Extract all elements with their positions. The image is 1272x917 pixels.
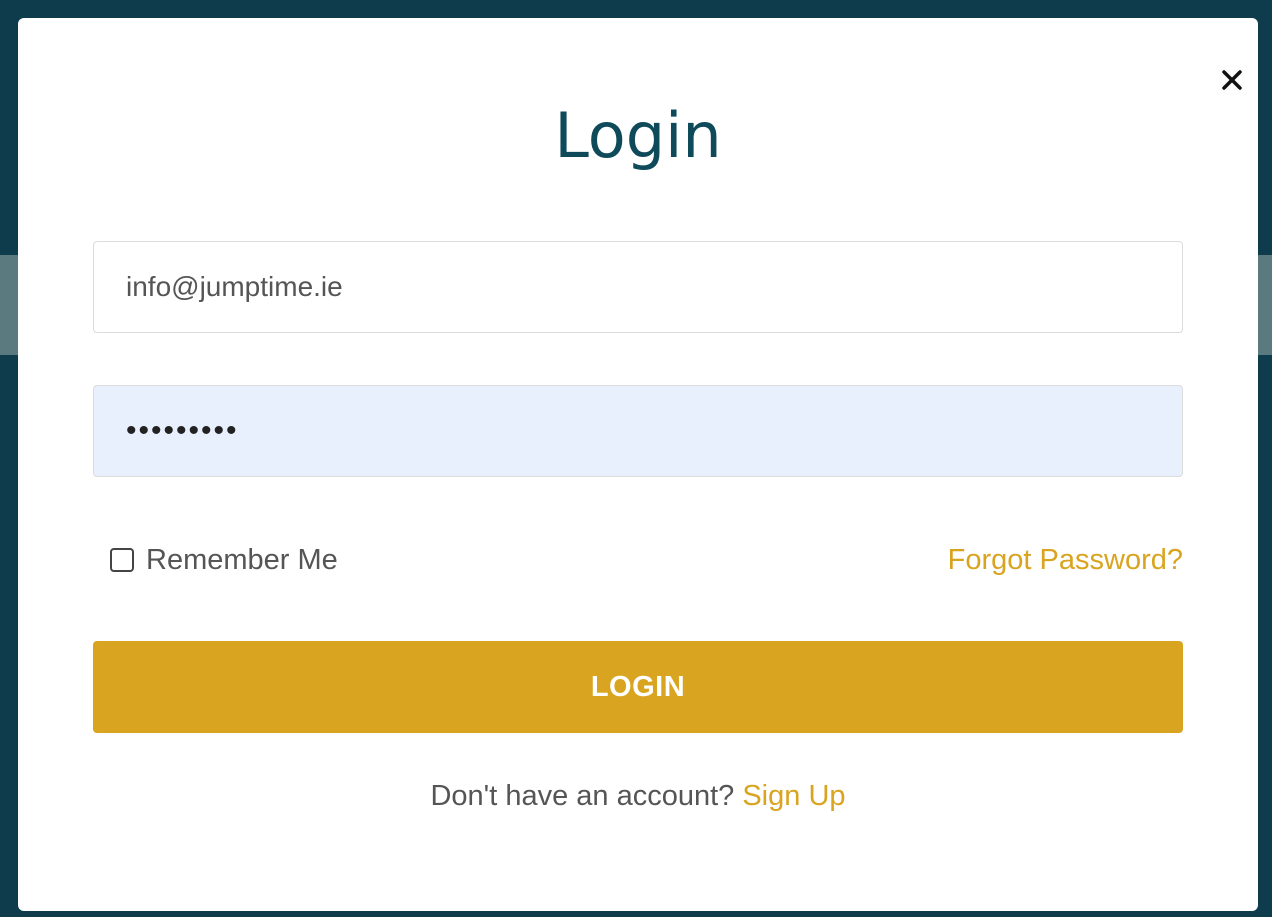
signup-prompt-text: Don't have an account? [430,780,735,812]
signup-prompt-row: Don't have an account? Sign Up [18,774,1258,818]
signup-link[interactable]: Sign Up [742,780,845,812]
email-field[interactable] [93,241,1183,333]
forgot-password-link[interactable]: Forgot Password? [948,540,1183,580]
login-button[interactable]: LOGIN [93,641,1183,733]
login-modal: Login Remember Me Forgot Password? LOGIN… [18,18,1258,911]
remember-me-checkbox[interactable] [110,548,134,572]
close-button[interactable] [1214,60,1250,100]
remember-me-toggle[interactable]: Remember Me [110,540,338,580]
password-field[interactable] [93,385,1183,477]
close-icon [1222,70,1242,90]
modal-title: Login [554,99,722,172]
remember-me-label: Remember Me [146,543,338,576]
